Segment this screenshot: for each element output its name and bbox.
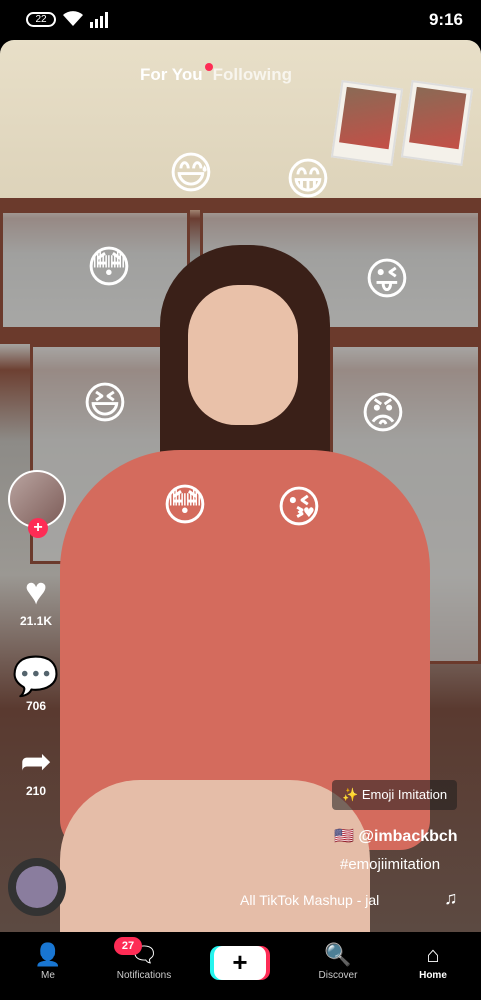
polaroid-photo xyxy=(400,80,474,166)
battery-level: 22 xyxy=(35,14,47,25)
sound-disc-cover xyxy=(16,866,58,908)
signal-icon xyxy=(90,12,110,33)
nav-me-label: Me xyxy=(41,970,55,981)
sparkle-icon: ✨ xyxy=(342,787,359,802)
comment-count: 706 xyxy=(25,699,47,713)
search-icon: 🔍 xyxy=(324,942,352,967)
music-note-icon: ♫ xyxy=(444,888,458,908)
tab-following-label: Following xyxy=(212,65,292,84)
person-legs xyxy=(60,780,370,932)
winking-emoji: 😜 xyxy=(364,255,410,304)
flushed-emoji: 😳 xyxy=(162,481,208,530)
like-button[interactable]: ♥ 21.1K xyxy=(12,570,60,628)
battery-icon: 22 xyxy=(26,12,56,27)
create-button[interactable]: + xyxy=(214,946,266,980)
notifications-badge: 27 xyxy=(114,937,142,955)
surprised-emoji: 😳 xyxy=(86,243,132,292)
effect-name: Emoji Imitation xyxy=(361,787,448,802)
grinning-emoji: 😁 xyxy=(285,155,331,204)
follow-button[interactable]: + xyxy=(28,518,48,538)
sound-disc[interactable] xyxy=(8,858,66,916)
person-face xyxy=(188,285,298,425)
feed-tabs: For You Following xyxy=(140,62,340,88)
caption-hashtag[interactable]: #emojiimitation xyxy=(340,856,440,873)
sound-title[interactable]: All TikTok Mashup - jal xyxy=(240,892,379,908)
new-content-dot xyxy=(204,63,213,71)
effect-tag[interactable]: ✨ Emoji Imitation xyxy=(332,780,458,810)
kissing-emoji: 😘 xyxy=(276,483,322,532)
polaroid-image xyxy=(409,86,467,150)
nav-home-label: Home xyxy=(419,970,447,981)
username-text: @imbackbch xyxy=(358,828,458,845)
clock: 9:16 xyxy=(428,10,463,29)
tab-following[interactable]: Following xyxy=(204,63,292,85)
polaroid-photo xyxy=(330,80,404,166)
angry-emoji: 😡 xyxy=(360,389,406,438)
nav-home[interactable]: ⌂ Home xyxy=(393,940,473,981)
flag-icon: 🇺🇸 xyxy=(334,828,354,845)
tab-for-you[interactable]: For You xyxy=(140,65,203,85)
comment-icon: 💬 xyxy=(12,656,60,698)
nav-discover-label: Discover xyxy=(318,970,358,981)
polaroid-image xyxy=(339,86,397,150)
wifi-icon xyxy=(62,10,84,33)
heart-icon: ♥ xyxy=(24,571,48,613)
background-shelf xyxy=(0,198,481,210)
comment-button[interactable]: 💬 706 xyxy=(12,655,60,713)
profile-icon: 👤 xyxy=(34,942,62,967)
share-icon: ➦ xyxy=(20,741,52,783)
share-count: 210 xyxy=(25,784,47,798)
grinning-sweat-emoji: 😅 xyxy=(168,149,214,198)
share-button[interactable]: ➦ 210 xyxy=(12,740,60,798)
laughing-emoji: 😆 xyxy=(82,379,128,428)
nav-notifications-label: Notifications xyxy=(116,970,172,981)
home-icon: ⌂ xyxy=(426,942,440,967)
nav-discover[interactable]: 🔍 Discover xyxy=(298,940,378,981)
status-bar: 22 9:16 xyxy=(0,0,481,40)
like-count: 21.1K xyxy=(19,614,53,628)
nav-me[interactable]: 👤 Me xyxy=(8,940,88,981)
creator-username[interactable]: 🇺🇸 @imbackbch xyxy=(334,826,458,846)
